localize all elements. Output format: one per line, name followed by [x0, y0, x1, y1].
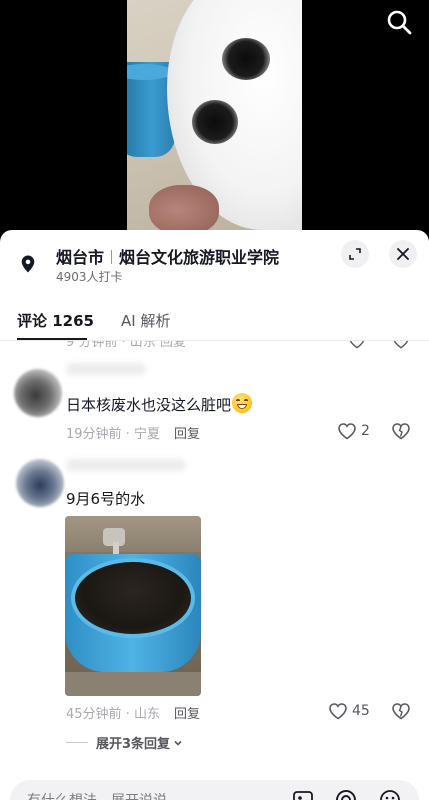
video-player[interactable]: [0, 0, 429, 245]
like-button[interactable]: 45: [328, 702, 370, 720]
comment-list[interactable]: 9 分钟前 · 山东 回复 日本核废水也没这么脏吧 19分钟前 · 宁夏 回复 2…: [0, 341, 429, 781]
comment-text: 日本核废水也没这么脏吧: [66, 393, 253, 415]
reply-button[interactable]: 回复: [174, 427, 200, 442]
comment-input[interactable]: 有什么想法，展开说说: [10, 780, 419, 800]
broken-heart-icon: [392, 703, 410, 720]
image-dirty-water: [71, 558, 195, 638]
video-frame: [127, 0, 302, 245]
heart-icon: [338, 423, 356, 440]
video-nostril: [192, 100, 238, 144]
comment-text-body: 日本核废水也没这么脏吧: [66, 396, 232, 414]
previous-comment-meta: 9 分钟前 · 山东 回复: [66, 341, 186, 350]
comment-image[interactable]: [65, 516, 201, 696]
expand-replies-label: 展开3条回复: [96, 737, 171, 752]
comment-input-placeholder: 有什么想法，展开说说: [27, 790, 167, 800]
location-city: 烟台市: [56, 248, 105, 267]
chevron-down-icon: [174, 740, 182, 746]
reply-button[interactable]: 回复: [174, 707, 200, 722]
like-count: 2: [361, 423, 370, 439]
username-blurred: [66, 363, 146, 375]
dislike-button[interactable]: [391, 422, 411, 444]
close-icon: [397, 248, 409, 260]
tab-comments[interactable]: 评论 1265: [17, 310, 94, 331]
heart-icon: [329, 703, 347, 720]
close-button[interactable]: [389, 240, 417, 268]
expand-button[interactable]: [341, 240, 369, 268]
like-count: 45: [352, 703, 370, 719]
video-finger: [149, 185, 219, 235]
replies-dash: [66, 742, 88, 743]
comment-region: 宁夏: [133, 427, 160, 442]
video-nostril: [222, 38, 270, 80]
image-floor: [65, 672, 201, 696]
search-icon[interactable]: [385, 8, 413, 36]
broken-heart-icon: [392, 423, 410, 440]
tab-ai-analysis[interactable]: AI 解析: [121, 310, 170, 331]
grinning-sweat-emoji-icon: [232, 393, 253, 413]
comment-sheet: 烟台市 烟台文化旅游职业学院 4903人打卡 评论 1265 AI 解析 9 分钟…: [0, 230, 429, 800]
comment-region: 山东: [133, 707, 160, 722]
comment-meta: 19分钟前 · 宁夏 回复: [66, 427, 200, 442]
expand-icon: [349, 248, 361, 260]
tab-bar: 评论 1265 AI 解析: [0, 300, 429, 340]
avatar[interactable]: [16, 459, 64, 507]
emoji-icon[interactable]: [378, 788, 402, 800]
image-wall: [65, 516, 201, 552]
username-blurred: [66, 459, 186, 471]
heart-icon[interactable]: [348, 341, 366, 353]
tab-comments-label: 评论: [17, 312, 48, 330]
location-header[interactable]: 烟台市 烟台文化旅游职业学院 4903人打卡: [0, 230, 429, 298]
location-separator: [111, 250, 113, 264]
location-place: 烟台文化旅游职业学院: [119, 248, 280, 267]
comment-time: 45分钟前: [66, 707, 122, 722]
location-title[interactable]: 烟台市 烟台文化旅游职业学院: [56, 244, 279, 268]
like-button[interactable]: 2: [337, 422, 370, 440]
avatar[interactable]: [14, 369, 62, 417]
broken-heart-icon[interactable]: [392, 341, 410, 353]
comment-time: 19分钟前: [66, 427, 122, 442]
comment-meta: 45分钟前 · 山东 回复: [66, 707, 200, 722]
at-icon[interactable]: [334, 788, 358, 800]
tab-comments-count: 1265: [52, 312, 94, 330]
checkin-count: 4903人打卡: [56, 270, 123, 284]
expand-replies-button[interactable]: 展开3条回复: [66, 733, 184, 752]
image-icon[interactable]: [291, 788, 315, 800]
dislike-button[interactable]: [391, 702, 411, 724]
location-pin-icon: [18, 254, 38, 274]
comment-text: 9月6号的水: [66, 490, 146, 508]
